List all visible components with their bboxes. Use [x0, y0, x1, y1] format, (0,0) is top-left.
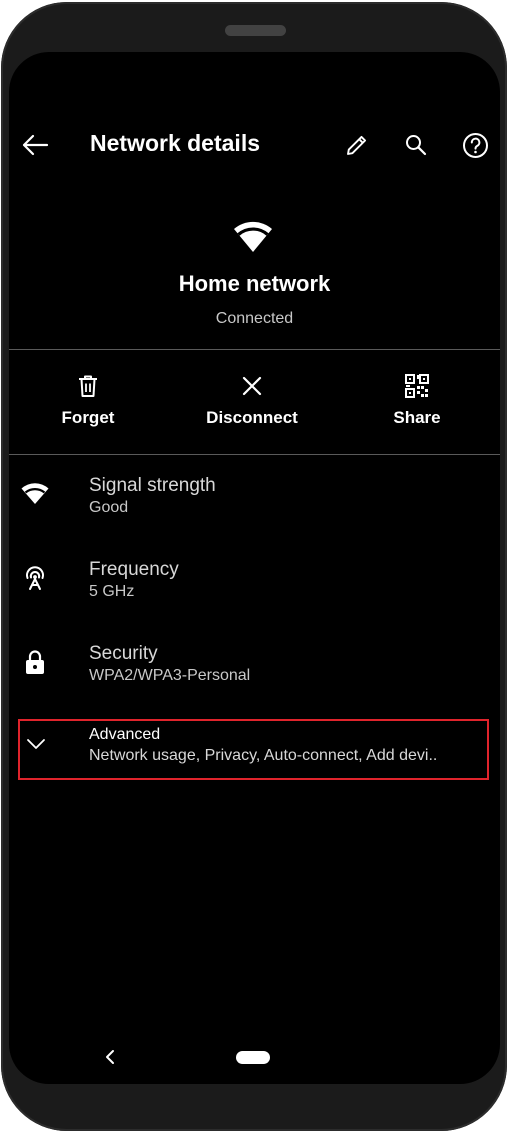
advanced-title: Advanced: [89, 726, 161, 743]
forget-label: Forget: [61, 408, 115, 427]
page-title: Network details: [90, 130, 260, 156]
detail-title: Signal strength: [89, 475, 216, 496]
detail-value: 5 GHz: [89, 583, 135, 600]
wifi-signal-icon: [21, 482, 49, 510]
detail-value: Good: [89, 499, 129, 516]
lock-icon: [21, 648, 49, 676]
advanced-subtitle: Network usage, Privacy, Auto-connect, Ad…: [89, 747, 438, 764]
detail-value: WPA2/WPA3-Personal: [89, 667, 251, 684]
divider: [9, 454, 500, 455]
disconnect-label: Disconnect: [206, 408, 298, 427]
divider: [9, 349, 500, 350]
antenna-icon: [21, 564, 49, 592]
detail-row-frequency[interactable]: Frequency 5 GHz: [9, 556, 500, 616]
pencil-icon[interactable]: [345, 133, 369, 157]
detail-row-security[interactable]: Security WPA2/WPA3-Personal: [9, 640, 500, 700]
detail-row-signal-strength[interactable]: Signal strength Good: [9, 472, 500, 532]
share-button[interactable]: Share: [342, 374, 492, 434]
back-arrow-icon[interactable]: [21, 132, 49, 158]
detail-title: Frequency: [89, 559, 179, 580]
share-label: Share: [393, 408, 441, 427]
close-icon: [177, 374, 327, 400]
help-circle-icon[interactable]: [462, 132, 489, 159]
screen: Network details Home network Connected F…: [9, 52, 500, 1084]
search-icon[interactable]: [404, 133, 428, 157]
speaker-grille: [225, 25, 286, 36]
connection-status: Connected: [215, 310, 294, 327]
chevron-down-icon[interactable]: [26, 737, 46, 751]
network-name: Home network: [178, 271, 331, 296]
disconnect-button[interactable]: Disconnect: [177, 374, 327, 434]
phone-frame: Network details Home network Connected F…: [1, 2, 507, 1131]
forget-button[interactable]: Forget: [13, 374, 163, 434]
trash-icon: [13, 374, 163, 400]
nav-back-icon[interactable]: [104, 1049, 116, 1065]
qr-code-icon: [342, 374, 492, 400]
detail-title: Security: [89, 643, 158, 664]
wifi-icon: [233, 220, 273, 254]
home-pill-icon[interactable]: [236, 1051, 270, 1064]
